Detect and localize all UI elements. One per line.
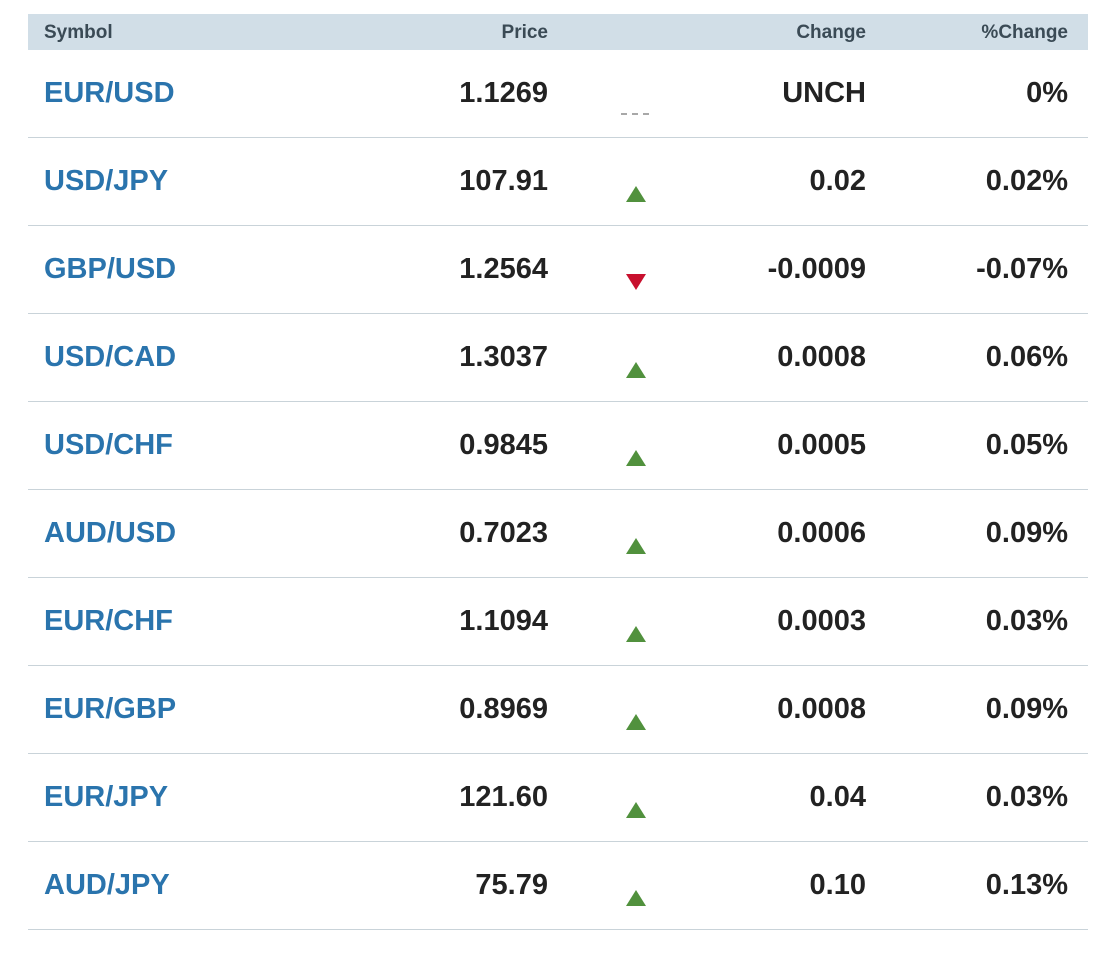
- change-value: 0.0008: [777, 693, 866, 725]
- change-value: 0.02: [809, 165, 866, 197]
- change-value: 0.0003: [777, 605, 866, 637]
- up-arrow-icon: [626, 802, 646, 818]
- table-row: USD/JPY 107.91 0.02 0.02%: [28, 138, 1088, 226]
- symbol-link[interactable]: EUR/GBP: [44, 666, 176, 753]
- symbol-link[interactable]: USD/JPY: [44, 138, 168, 225]
- direction-cell: [618, 50, 652, 137]
- direction-cell: [618, 402, 652, 489]
- up-arrow-icon: [626, 714, 646, 730]
- symbol-link[interactable]: USD/CAD: [44, 314, 176, 401]
- symbol-link[interactable]: USD/CHF: [44, 402, 173, 489]
- pct-change-value: 0.02%: [985, 165, 1068, 197]
- direction-cell: [618, 666, 652, 753]
- pct-change-value: 0.03%: [985, 781, 1068, 813]
- forex-quotes-table: Symbol Price Change %Change EUR/USD 1.12…: [28, 14, 1088, 930]
- price-value: 121.60: [459, 781, 548, 813]
- price-value: 1.3037: [459, 341, 548, 373]
- price-column-header[interactable]: Price: [502, 14, 548, 50]
- symbol-link[interactable]: GBP/USD: [44, 226, 176, 313]
- pct-change-value: 0.05%: [985, 429, 1068, 461]
- price-value: 1.1269: [459, 77, 548, 109]
- table-row: EUR/USD 1.1269 UNCH 0%: [28, 50, 1088, 138]
- table-row: AUD/JPY 75.79 0.10 0.13%: [28, 842, 1088, 930]
- table-row: USD/CAD 1.3037 0.0008 0.06%: [28, 314, 1088, 402]
- direction-cell: [618, 490, 652, 577]
- change-value: 0.10: [809, 869, 866, 901]
- unchanged-dash-icon: [621, 113, 649, 115]
- up-arrow-icon: [626, 890, 646, 906]
- pct-change-value: 0.13%: [985, 869, 1068, 901]
- pct-change-value: 0.09%: [985, 517, 1068, 549]
- up-arrow-icon: [626, 626, 646, 642]
- direction-cell: [618, 226, 652, 313]
- pct-change-value: -0.07%: [976, 253, 1068, 285]
- price-value: 0.8969: [459, 693, 548, 725]
- direction-cell: [618, 578, 652, 665]
- up-arrow-icon: [626, 538, 646, 554]
- change-value: 0.0008: [777, 341, 866, 373]
- change-value: 0.0006: [777, 517, 866, 549]
- pct-change-value: 0.06%: [985, 341, 1068, 373]
- price-value: 1.1094: [459, 605, 548, 637]
- pct-change-value: 0.03%: [985, 605, 1068, 637]
- symbol-link[interactable]: EUR/USD: [44, 50, 175, 137]
- table-row: AUD/USD 0.7023 0.0006 0.09%: [28, 490, 1088, 578]
- symbol-link[interactable]: EUR/CHF: [44, 578, 173, 665]
- price-value: 1.2564: [459, 253, 548, 285]
- table-row: USD/CHF 0.9845 0.0005 0.05%: [28, 402, 1088, 490]
- price-value: 0.7023: [459, 517, 548, 549]
- table-header-row: Symbol Price Change %Change: [28, 14, 1088, 50]
- pct-change-value: 0.09%: [985, 693, 1068, 725]
- direction-cell: [618, 754, 652, 841]
- table-row: EUR/JPY 121.60 0.04 0.03%: [28, 754, 1088, 842]
- direction-cell: [618, 138, 652, 225]
- direction-cell: [618, 314, 652, 401]
- table-row: GBP/USD 1.2564 -0.0009 -0.07%: [28, 226, 1088, 314]
- direction-cell: [618, 842, 652, 929]
- table-row: EUR/CHF 1.1094 0.0003 0.03%: [28, 578, 1088, 666]
- price-value: 75.79: [475, 869, 548, 901]
- up-arrow-icon: [626, 450, 646, 466]
- symbol-link[interactable]: AUD/USD: [44, 490, 176, 577]
- down-arrow-icon: [626, 274, 646, 290]
- change-value: UNCH: [782, 77, 866, 109]
- symbol-link[interactable]: AUD/JPY: [44, 842, 170, 929]
- up-arrow-icon: [626, 186, 646, 202]
- pct-change-value: 0%: [1026, 77, 1068, 109]
- symbol-column-header[interactable]: Symbol: [44, 14, 113, 50]
- change-value: -0.0009: [767, 253, 866, 285]
- change-value: 0.04: [809, 781, 866, 813]
- price-value: 0.9845: [459, 429, 548, 461]
- table-row: EUR/GBP 0.8969 0.0008 0.09%: [28, 666, 1088, 754]
- price-value: 107.91: [459, 165, 548, 197]
- pct-change-column-header[interactable]: %Change: [981, 14, 1068, 50]
- change-value: 0.0005: [777, 429, 866, 461]
- change-column-header[interactable]: Change: [796, 14, 866, 50]
- symbol-link[interactable]: EUR/JPY: [44, 754, 168, 841]
- up-arrow-icon: [626, 362, 646, 378]
